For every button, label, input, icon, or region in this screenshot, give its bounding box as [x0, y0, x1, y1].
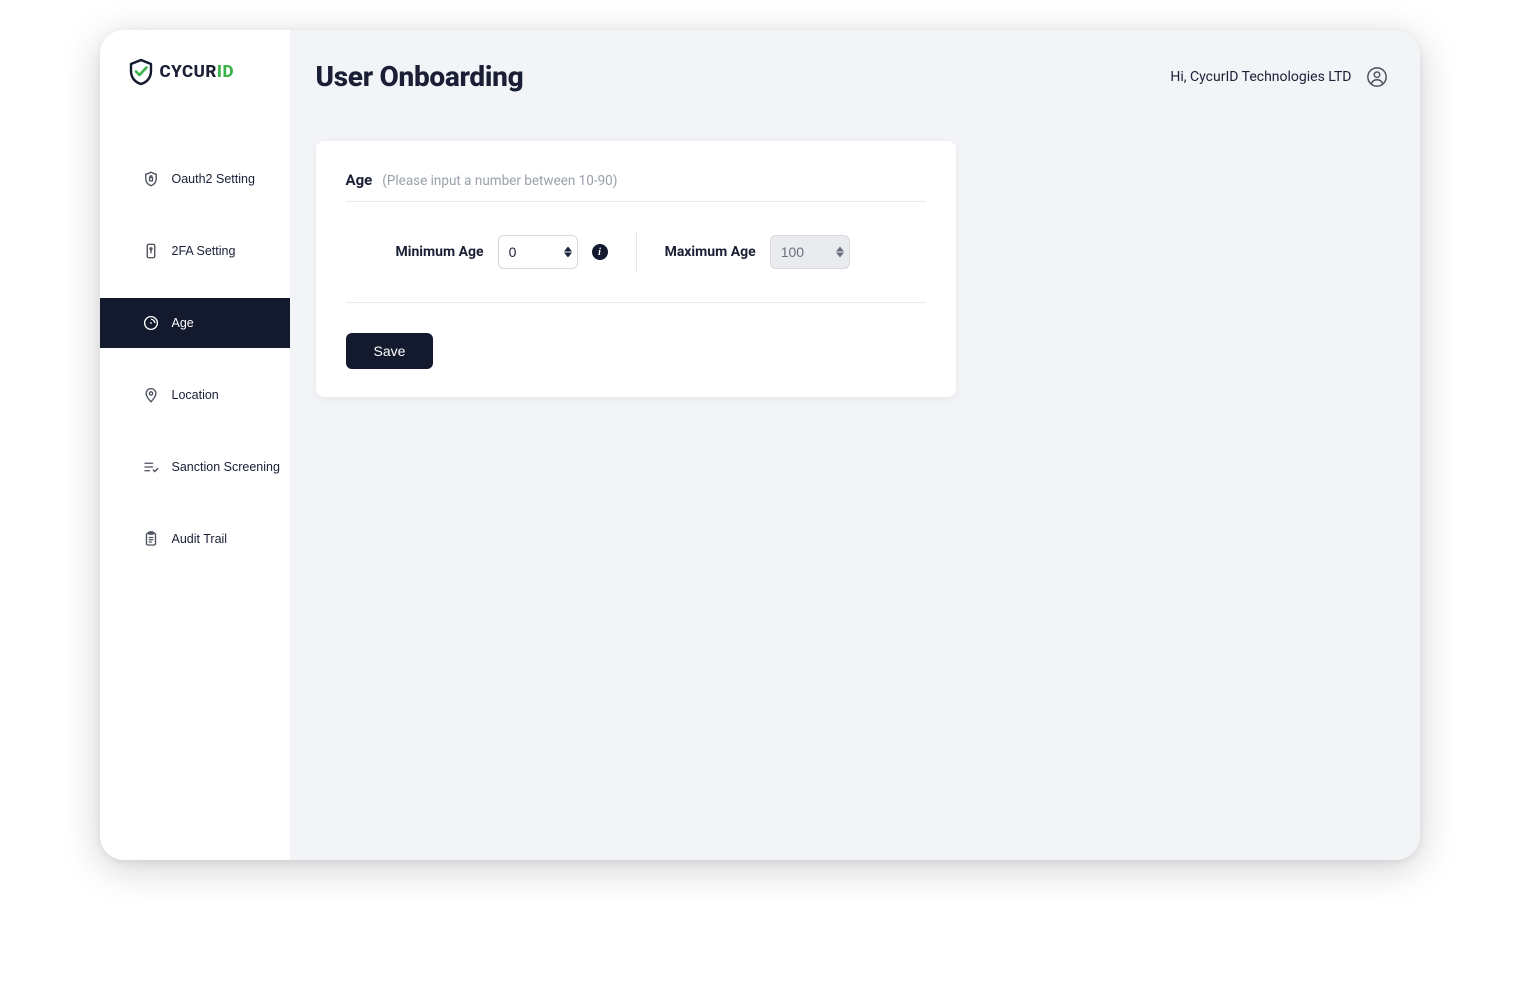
- age-row: Minimum Age i Maximum Age: [346, 232, 926, 303]
- brand-name-right: ID: [217, 62, 234, 82]
- card-hint: (Please input a number between 10-90): [382, 173, 617, 189]
- save-button[interactable]: Save: [346, 333, 434, 369]
- topbar: User Onboarding Hi, CycurID Technologies…: [316, 60, 1388, 93]
- chevron-up-icon: [836, 247, 844, 252]
- sidebar-item-label: Age: [172, 316, 194, 330]
- app-window: CYCURID Oauth2 Setting: [100, 30, 1420, 860]
- sidebar-item-sanction-screening[interactable]: Sanction Screening: [100, 442, 290, 492]
- sidebar-item-oauth2-setting[interactable]: Oauth2 Setting: [100, 154, 290, 204]
- max-age-group: Maximum Age: [665, 235, 850, 269]
- sidebar: CYCURID Oauth2 Setting: [100, 30, 290, 860]
- card-header: Age (Please input a number between 10-90…: [346, 171, 926, 202]
- card-section-title: Age: [346, 171, 373, 189]
- shield-lock-icon: [142, 170, 160, 188]
- location-pin-icon: [142, 386, 160, 404]
- sidebar-item-label: Location: [172, 388, 219, 402]
- chevron-down-icon: [836, 253, 844, 258]
- max-age-label: Maximum Age: [665, 244, 756, 260]
- chevron-down-icon: [564, 253, 572, 258]
- min-age-group: Minimum Age i: [396, 235, 608, 269]
- page-title: User Onboarding: [316, 60, 524, 93]
- sidebar-item-label: Audit Trail: [172, 532, 228, 546]
- phone-key-icon: [142, 242, 160, 260]
- main-content: User Onboarding Hi, CycurID Technologies…: [290, 30, 1420, 860]
- vertical-separator: [636, 232, 637, 272]
- sidebar-item-label: Oauth2 Setting: [172, 172, 255, 186]
- user-avatar-icon[interactable]: [1366, 66, 1388, 88]
- max-age-stepper: [836, 247, 844, 258]
- sidebar-item-age[interactable]: Age: [100, 298, 290, 348]
- sidebar-item-location[interactable]: Location: [100, 370, 290, 420]
- gauge-icon: [142, 314, 160, 332]
- sidebar-item-audit-trail[interactable]: Audit Trail: [100, 514, 290, 564]
- shield-check-icon: [128, 58, 154, 86]
- min-age-stepper[interactable]: [564, 247, 572, 258]
- chevron-up-icon: [564, 247, 572, 252]
- min-age-input-wrap: [498, 235, 578, 269]
- sidebar-item-label: Sanction Screening: [172, 460, 280, 474]
- list-check-icon: [142, 458, 160, 476]
- sidebar-item-2fa-setting[interactable]: 2FA Setting: [100, 226, 290, 276]
- brand-logo: CYCURID: [100, 30, 290, 114]
- min-age-label: Minimum Age: [396, 244, 484, 260]
- sidebar-nav: Oauth2 Setting 2FA Setting: [100, 154, 290, 586]
- greeting-text: Hi, CycurID Technologies LTD: [1170, 69, 1351, 85]
- brand-name: CYCURID: [160, 62, 234, 82]
- age-card: Age (Please input a number between 10-90…: [316, 141, 956, 397]
- sidebar-item-label: 2FA Setting: [172, 244, 236, 258]
- clipboard-icon: [142, 530, 160, 548]
- max-age-input-wrap: [770, 235, 850, 269]
- topbar-right: Hi, CycurID Technologies LTD: [1170, 66, 1387, 88]
- info-icon[interactable]: i: [592, 244, 608, 260]
- brand-name-left: CYCUR: [160, 62, 217, 82]
